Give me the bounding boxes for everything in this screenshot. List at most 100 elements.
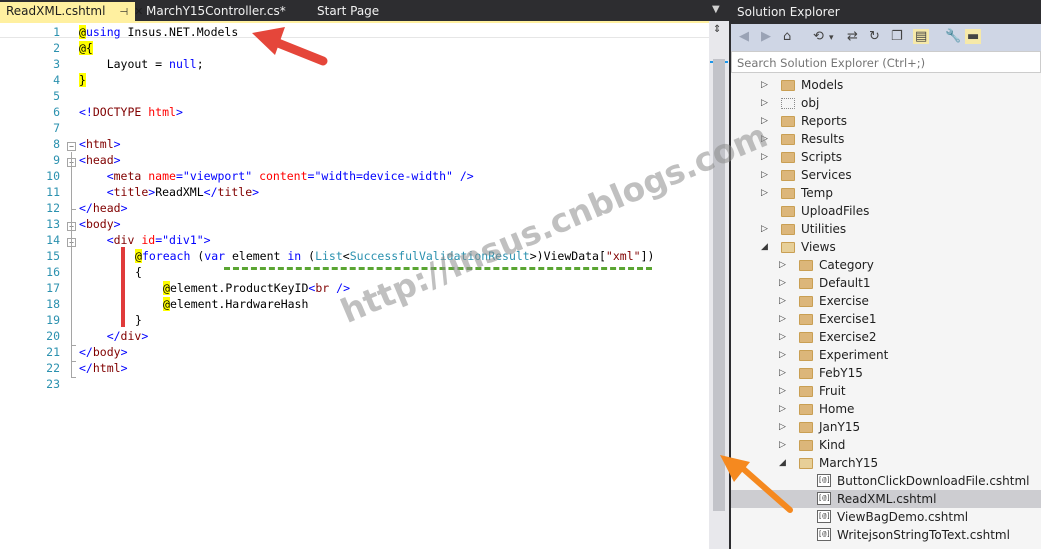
- folder-icon: [799, 440, 813, 451]
- collapsed-arrow-icon[interactable]: ▷: [761, 184, 768, 202]
- forward-icon[interactable]: ▶: [761, 29, 771, 44]
- tree-item[interactable]: [@] ViewBagDemo.cshtml: [731, 508, 1041, 526]
- collapsed-arrow-icon[interactable]: ▷: [779, 400, 786, 418]
- code-text: ReadXML: [155, 185, 204, 199]
- collapsed-arrow-icon[interactable]: ▷: [761, 94, 768, 112]
- tree-item[interactable]: ▷ Home: [731, 400, 1041, 418]
- dropdown-icon[interactable]: ▾: [829, 33, 834, 43]
- code-tag: DOCTYPE: [92, 105, 142, 119]
- sync-icon[interactable]: ⇄: [847, 29, 858, 44]
- code-tag: html: [85, 137, 114, 151]
- tab-marchy15controller[interactable]: MarchY15Controller.cs*: [140, 2, 300, 21]
- tree-item[interactable]: ▷ Default1: [731, 274, 1041, 292]
- tree-item-label: Fruit: [819, 384, 846, 398]
- collapsed-arrow-icon[interactable]: ▷: [761, 220, 768, 238]
- tree-item[interactable]: ▷ Category: [731, 256, 1041, 274]
- collapsed-arrow-icon[interactable]: ▷: [761, 130, 768, 148]
- collapse-all-icon[interactable]: ❐: [891, 29, 903, 44]
- tree-item[interactable]: ▷ obj: [731, 94, 1041, 112]
- code-line-10: <meta name="viewport" content="width=dev…: [79, 168, 474, 184]
- code-editor[interactable]: 1 2 3 4 5 6 7 8 9 10 11 12 13 14 15 16 1…: [0, 21, 729, 549]
- tree-item-label: ButtonClickDownloadFile.cshtml: [837, 474, 1030, 488]
- tree-item-label: Temp: [801, 186, 833, 200]
- code-punct: <: [79, 153, 86, 167]
- code-line-11: <title>ReadXML</title>: [79, 184, 259, 200]
- tree-item[interactable]: ▷ Exercise1: [731, 310, 1041, 328]
- collapsed-arrow-icon[interactable]: ▷: [779, 310, 786, 328]
- tree-item[interactable]: ▷ JanY15: [731, 418, 1041, 436]
- tree-item[interactable]: ▷ Utilities: [731, 220, 1041, 238]
- tab-readxml[interactable]: ReadXML.cshtml ⊣ ✕: [0, 2, 143, 21]
- tree-item-label: Models: [801, 78, 844, 92]
- tree-item[interactable]: ▷ Scripts: [731, 148, 1041, 166]
- tree-item[interactable]: [@] ButtonClickDownloadFile.cshtml: [731, 472, 1041, 490]
- tree-item[interactable]: ▷ Experiment: [731, 346, 1041, 364]
- tree-item[interactable]: ▷ Temp: [731, 184, 1041, 202]
- razor-block-open: @{: [79, 41, 93, 55]
- tree-item[interactable]: ▷ Fruit: [731, 382, 1041, 400]
- tree-item[interactable]: ◢ MarchY15: [731, 454, 1041, 472]
- collapsed-arrow-icon[interactable]: ▷: [779, 292, 786, 310]
- folder-icon: [799, 260, 813, 271]
- document-tab-strip: ReadXML.cshtml ⊣ ✕ MarchY15Controller.cs* …: [0, 0, 729, 21]
- pin-icon[interactable]: ⊣: [119, 7, 128, 18]
- tree-item[interactable]: ▷ Reports: [731, 112, 1041, 130]
- tab-start-page[interactable]: Start Page: [311, 2, 401, 21]
- solution-explorer-search[interactable]: [731, 51, 1041, 73]
- collapsed-arrow-icon[interactable]: ▷: [779, 346, 786, 364]
- collapsed-arrow-icon[interactable]: ▷: [761, 76, 768, 94]
- code-tag: div: [120, 329, 142, 343]
- tree-item[interactable]: ▷ Models: [731, 76, 1041, 94]
- collapsed-arrow-icon[interactable]: ▷: [779, 274, 786, 292]
- tree-item[interactable]: ▷ Results: [731, 130, 1041, 148]
- collapsed-arrow-icon[interactable]: ▷: [779, 256, 786, 274]
- tree-item[interactable]: ◢ Views: [731, 238, 1041, 256]
- show-all-files-icon[interactable]: ▤: [913, 29, 930, 44]
- collapsed-arrow-icon[interactable]: ▷: [761, 148, 768, 166]
- code-line-19: }: [135, 312, 142, 328]
- code-text: ]): [640, 249, 655, 263]
- tree-item[interactable]: UploadFiles: [731, 202, 1041, 220]
- collapsed-arrow-icon[interactable]: ▷: [779, 436, 786, 454]
- tab-dropdown-icon[interactable]: ▼: [712, 4, 720, 15]
- tree-item[interactable]: ▷ Kind: [731, 436, 1041, 454]
- tree-item[interactable]: [@] ReadXML.cshtml: [731, 490, 1041, 508]
- collapsed-arrow-icon[interactable]: ▷: [779, 418, 786, 436]
- split-icon[interactable]: ⇕: [713, 24, 721, 35]
- code-string: ": [633, 249, 641, 263]
- back-icon[interactable]: ◀: [739, 29, 749, 44]
- tree-item[interactable]: ▷ FebY15: [731, 364, 1041, 382]
- expanded-arrow-icon[interactable]: ◢: [761, 238, 768, 256]
- code-line-6: <!DOCTYPE html>: [79, 104, 183, 120]
- fold-line: [71, 361, 72, 377]
- tree-item[interactable]: [@] WritejsonStringToText.cshtml: [731, 526, 1041, 544]
- code-line-1: @using Insus.NET.Models: [79, 24, 238, 40]
- code-tag: body: [85, 217, 114, 231]
- properties-icon[interactable]: 🔧: [945, 29, 961, 44]
- code-punct: <: [79, 169, 114, 183]
- collapsed-arrow-icon[interactable]: ▷: [779, 364, 786, 382]
- type-name: SuccessfulValidationResult: [349, 249, 530, 263]
- tree-item[interactable]: ▷ Exercise: [731, 292, 1041, 310]
- code-tag: title: [113, 185, 149, 199]
- expanded-arrow-icon[interactable]: ◢: [779, 454, 786, 472]
- fold-toggle-html[interactable]: −: [67, 142, 76, 151]
- editor-vertical-scrollbar[interactable]: ⇕: [709, 21, 729, 549]
- code-punct: </: [79, 201, 93, 215]
- code-attr: name: [141, 169, 176, 183]
- collapsed-arrow-icon[interactable]: ▷: [761, 112, 768, 130]
- line-number: 11: [46, 185, 60, 199]
- history-icon[interactable]: ⟲: [813, 29, 824, 44]
- tree-item[interactable]: ▷ Exercise2: [731, 328, 1041, 346]
- collapsed-arrow-icon[interactable]: ▷: [761, 166, 768, 184]
- code-punct: <: [79, 185, 114, 199]
- code-line-15: @foreach (var element in (List<Successfu…: [135, 248, 654, 264]
- refresh-icon[interactable]: ↻: [869, 29, 880, 44]
- collapsed-arrow-icon[interactable]: ▷: [779, 328, 786, 346]
- search-input[interactable]: [732, 53, 1040, 73]
- scrollbar-thumb[interactable]: [713, 59, 725, 511]
- tree-item[interactable]: ▷ Services: [731, 166, 1041, 184]
- home-icon[interactable]: ⌂: [783, 29, 791, 44]
- collapsed-arrow-icon[interactable]: ▷: [779, 382, 786, 400]
- preview-icon[interactable]: ▬: [965, 29, 982, 44]
